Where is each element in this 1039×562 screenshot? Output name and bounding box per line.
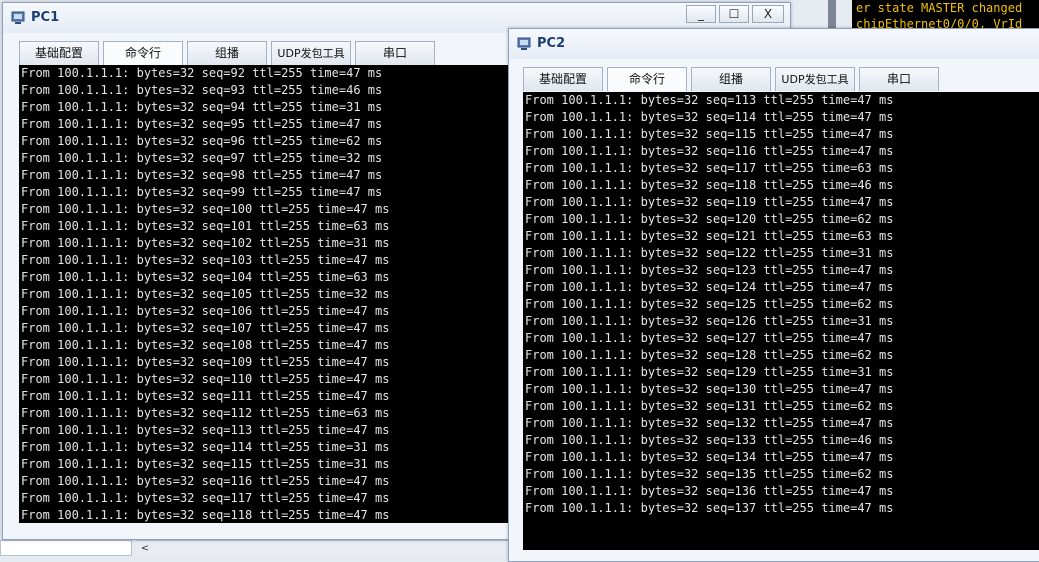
- terminal-line: From 100.1.1.1: bytes=32 seq=105 ttl=255…: [21, 287, 390, 301]
- pc2-terminal[interactable]: From 100.1.1.1: bytes=32 seq=113 ttl=255…: [523, 92, 1039, 550]
- tab-serial[interactable]: 串口: [859, 67, 939, 91]
- background-console-line: er state MASTER changed: [856, 1, 1023, 15]
- terminal-line: From 100.1.1.1: bytes=32 seq=123 ttl=255…: [525, 263, 894, 277]
- terminal-line: From 100.1.1.1: bytes=32 seq=130 ttl=255…: [525, 382, 894, 396]
- terminal-line: From 100.1.1.1: bytes=32 seq=129 ttl=255…: [525, 365, 894, 379]
- terminal-line: From 100.1.1.1: bytes=32 seq=99 ttl=255 …: [21, 185, 383, 199]
- terminal-line: From 100.1.1.1: bytes=32 seq=114 ttl=255…: [525, 110, 894, 124]
- pc1-terminal[interactable]: From 100.1.1.1: bytes=32 seq=92 ttl=255 …: [19, 65, 509, 523]
- close-button[interactable]: X: [752, 5, 784, 23]
- tab-multicast[interactable]: 组播: [691, 67, 771, 91]
- terminal-line: From 100.1.1.1: bytes=32 seq=107 ttl=255…: [21, 321, 390, 335]
- terminal-line: From 100.1.1.1: bytes=32 seq=102 ttl=255…: [21, 236, 390, 250]
- tab-command-line[interactable]: 命令行: [103, 41, 183, 65]
- terminal-line: From 100.1.1.1: bytes=32 seq=128 ttl=255…: [525, 348, 894, 362]
- horizontal-scrollbar[interactable]: <: [136, 540, 508, 557]
- tab-udp-tool[interactable]: UDP发包工具: [775, 67, 855, 91]
- terminal-line: From 100.1.1.1: bytes=32 seq=118 ttl=255…: [21, 508, 390, 522]
- terminal-line: From 100.1.1.1: bytes=32 seq=133 ttl=255…: [525, 433, 894, 447]
- terminal-line: From 100.1.1.1: bytes=32 seq=120 ttl=255…: [525, 212, 894, 226]
- terminal-line: From 100.1.1.1: bytes=32 seq=117 ttl=255…: [21, 491, 390, 505]
- terminal-line: From 100.1.1.1: bytes=32 seq=114 ttl=255…: [21, 440, 390, 454]
- terminal-line: From 100.1.1.1: bytes=32 seq=108 ttl=255…: [21, 338, 390, 352]
- pc1-tabs: 基础配置 命令行 组播 UDP发包工具 串口: [19, 41, 449, 65]
- terminal-line: From 100.1.1.1: bytes=32 seq=127 ttl=255…: [525, 331, 894, 345]
- terminal-line: From 100.1.1.1: bytes=32 seq=135 ttl=255…: [525, 467, 894, 481]
- terminal-line: From 100.1.1.1: bytes=32 seq=94 ttl=255 …: [21, 100, 383, 114]
- tab-udp-tool[interactable]: UDP发包工具: [271, 41, 351, 65]
- terminal-line: From 100.1.1.1: bytes=32 seq=125 ttl=255…: [525, 297, 894, 311]
- pc2-title: PC2: [537, 36, 566, 51]
- terminal-line: From 100.1.1.1: bytes=32 seq=96 ttl=255 …: [21, 134, 383, 148]
- terminal-line: From 100.1.1.1: bytes=32 seq=106 ttl=255…: [21, 304, 390, 318]
- terminal-line: From 100.1.1.1: bytes=32 seq=115 ttl=255…: [21, 457, 390, 471]
- bottom-left-field[interactable]: [0, 540, 132, 556]
- pc-icon: [11, 11, 25, 24]
- terminal-line: From 100.1.1.1: bytes=32 seq=97 ttl=255 …: [21, 151, 383, 165]
- terminal-line: From 100.1.1.1: bytes=32 seq=100 ttl=255…: [21, 202, 390, 216]
- terminal-line: From 100.1.1.1: bytes=32 seq=132 ttl=255…: [525, 416, 894, 430]
- terminal-line: From 100.1.1.1: bytes=32 seq=110 ttl=255…: [21, 372, 390, 386]
- terminal-line: From 100.1.1.1: bytes=32 seq=92 ttl=255 …: [21, 66, 383, 80]
- terminal-line: From 100.1.1.1: bytes=32 seq=113 ttl=255…: [21, 423, 390, 437]
- pc1-title: PC1: [31, 10, 60, 25]
- tab-command-line[interactable]: 命令行: [607, 67, 687, 91]
- terminal-line: From 100.1.1.1: bytes=32 seq=115 ttl=255…: [525, 127, 894, 141]
- pc2-window: PC2 基础配置 命令行 组播 UDP发包工具 串口 From 100.1.1.…: [508, 28, 1039, 562]
- tab-basic-config[interactable]: 基础配置: [523, 67, 603, 91]
- terminal-line: From 100.1.1.1: bytes=32 seq=95 ttl=255 …: [21, 117, 383, 131]
- scroll-left-arrow[interactable]: <: [138, 542, 152, 556]
- terminal-line: From 100.1.1.1: bytes=32 seq=104 ttl=255…: [21, 270, 390, 284]
- pc-icon: [517, 37, 531, 50]
- terminal-line: From 100.1.1.1: bytes=32 seq=112 ttl=255…: [21, 406, 390, 420]
- background-divider: [828, 0, 836, 30]
- terminal-line: From 100.1.1.1: bytes=32 seq=122 ttl=255…: [525, 246, 894, 260]
- pc2-tabs: 基础配置 命令行 组播 UDP发包工具 串口: [523, 67, 953, 91]
- terminal-line: From 100.1.1.1: bytes=32 seq=119 ttl=255…: [525, 195, 894, 209]
- terminal-line: From 100.1.1.1: bytes=32 seq=93 ttl=255 …: [21, 83, 383, 97]
- terminal-line: From 100.1.1.1: bytes=32 seq=121 ttl=255…: [525, 229, 894, 243]
- terminal-line: From 100.1.1.1: bytes=32 seq=137 ttl=255…: [525, 501, 894, 515]
- terminal-line: From 100.1.1.1: bytes=32 seq=117 ttl=255…: [525, 161, 894, 175]
- terminal-line: From 100.1.1.1: bytes=32 seq=118 ttl=255…: [525, 178, 894, 192]
- tab-basic-config[interactable]: 基础配置: [19, 41, 99, 65]
- minimize-button[interactable]: _: [686, 5, 716, 23]
- terminal-line: From 100.1.1.1: bytes=32 seq=136 ttl=255…: [525, 484, 894, 498]
- pc2-titlebar[interactable]: PC2: [509, 29, 1039, 59]
- terminal-line: From 100.1.1.1: bytes=32 seq=131 ttl=255…: [525, 399, 894, 413]
- terminal-line: From 100.1.1.1: bytes=32 seq=103 ttl=255…: [21, 253, 390, 267]
- terminal-line: From 100.1.1.1: bytes=32 seq=116 ttl=255…: [21, 474, 390, 488]
- tab-multicast[interactable]: 组播: [187, 41, 267, 65]
- terminal-line: From 100.1.1.1: bytes=32 seq=111 ttl=255…: [21, 389, 390, 403]
- terminal-line: From 100.1.1.1: bytes=32 seq=134 ttl=255…: [525, 450, 894, 464]
- terminal-line: From 100.1.1.1: bytes=32 seq=116 ttl=255…: [525, 144, 894, 158]
- terminal-line: From 100.1.1.1: bytes=32 seq=113 ttl=255…: [525, 93, 894, 107]
- terminal-line: From 100.1.1.1: bytes=32 seq=98 ttl=255 …: [21, 168, 383, 182]
- tab-serial[interactable]: 串口: [355, 41, 435, 65]
- terminal-line: From 100.1.1.1: bytes=32 seq=124 ttl=255…: [525, 280, 894, 294]
- terminal-line: From 100.1.1.1: bytes=32 seq=109 ttl=255…: [21, 355, 390, 369]
- maximize-button[interactable]: ☐: [719, 5, 749, 23]
- terminal-line: From 100.1.1.1: bytes=32 seq=126 ttl=255…: [525, 314, 894, 328]
- terminal-line: From 100.1.1.1: bytes=32 seq=101 ttl=255…: [21, 219, 390, 233]
